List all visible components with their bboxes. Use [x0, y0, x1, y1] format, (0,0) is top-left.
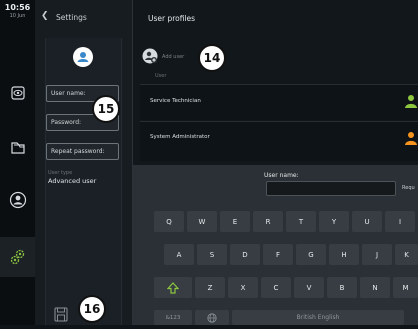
key-j[interactable]: J — [362, 244, 392, 265]
key-i[interactable]: I — [385, 211, 415, 232]
key-a[interactable]: A — [164, 244, 194, 265]
key-s[interactable]: S — [197, 244, 227, 265]
user-row-system-administrator[interactable] — [140, 121, 418, 161]
user-avatar-icon — [77, 52, 89, 62]
user-column-header: User — [155, 73, 167, 79]
service-technician-icon — [404, 93, 418, 108]
rail-button-profile[interactable] — [3, 185, 33, 215]
key-g[interactable]: G — [296, 244, 326, 265]
key-f[interactable]: F — [263, 244, 293, 265]
key-d[interactable]: D — [230, 244, 260, 265]
folder-icon — [11, 142, 25, 154]
space-key[interactable]: British English — [232, 310, 404, 325]
user-profile-icon — [9, 191, 27, 209]
eye-icon — [11, 86, 25, 100]
clock-time: 10:56 — [4, 3, 31, 12]
callout-marker: 15 — [92, 95, 120, 123]
key-y[interactable]: Y — [319, 211, 349, 232]
add-user-label[interactable]: Add user — [162, 54, 184, 60]
rail-button-view[interactable] — [3, 78, 33, 108]
gears-icon — [10, 249, 25, 265]
save-button[interactable] — [50, 303, 72, 325]
user-type-label: User type — [48, 170, 73, 176]
repeat-password-field[interactable]: Repeat password: — [46, 143, 119, 160]
globe-icon — [207, 312, 217, 323]
page-title: User profiles — [148, 14, 196, 23]
save-floppy-icon — [54, 307, 68, 322]
key-x[interactable]: X — [228, 277, 258, 298]
clock-date: 10 Jun — [9, 13, 26, 19]
key-h[interactable]: H — [329, 244, 359, 265]
key-q[interactable]: Q — [154, 211, 184, 232]
key-c[interactable]: C — [261, 277, 291, 298]
key-r[interactable]: R — [253, 211, 283, 232]
user-avatar — [73, 47, 93, 67]
language-globe-key[interactable] — [195, 310, 229, 325]
callout-marker: 16 — [78, 295, 106, 323]
add-user-icon — [142, 48, 158, 64]
key-n[interactable]: N — [360, 277, 390, 298]
callout-marker: 14 — [198, 44, 226, 72]
key-t[interactable]: T — [286, 211, 316, 232]
keyboard-username-input[interactable] — [266, 181, 396, 196]
key-u[interactable]: U — [352, 211, 382, 232]
key-z[interactable]: Z — [195, 277, 225, 298]
system-administrator-icon — [404, 130, 418, 145]
back-chevron-icon[interactable]: ❮ — [41, 11, 49, 21]
rail-button-settings[interactable] — [3, 242, 33, 272]
required-label: Requ — [402, 185, 415, 191]
key-v[interactable]: V — [294, 277, 324, 298]
shift-key[interactable] — [154, 277, 192, 298]
key-k[interactable]: K — [395, 244, 418, 265]
user-row-label: System Administrator — [150, 134, 210, 140]
shift-arrow-icon — [167, 281, 179, 294]
numbers-key[interactable]: &123 — [154, 310, 192, 325]
key-w[interactable]: W — [187, 211, 217, 232]
key-m[interactable]: M — [393, 277, 418, 298]
key-b[interactable]: B — [327, 277, 357, 298]
settings-title: Settings — [56, 13, 87, 22]
rail-button-files[interactable] — [3, 133, 33, 163]
key-e[interactable]: E — [220, 211, 250, 232]
user-row-label: Service Technician — [150, 98, 201, 104]
keyboard-username-label: User name: — [264, 172, 299, 179]
user-type-value[interactable]: Advanced user — [48, 177, 96, 185]
